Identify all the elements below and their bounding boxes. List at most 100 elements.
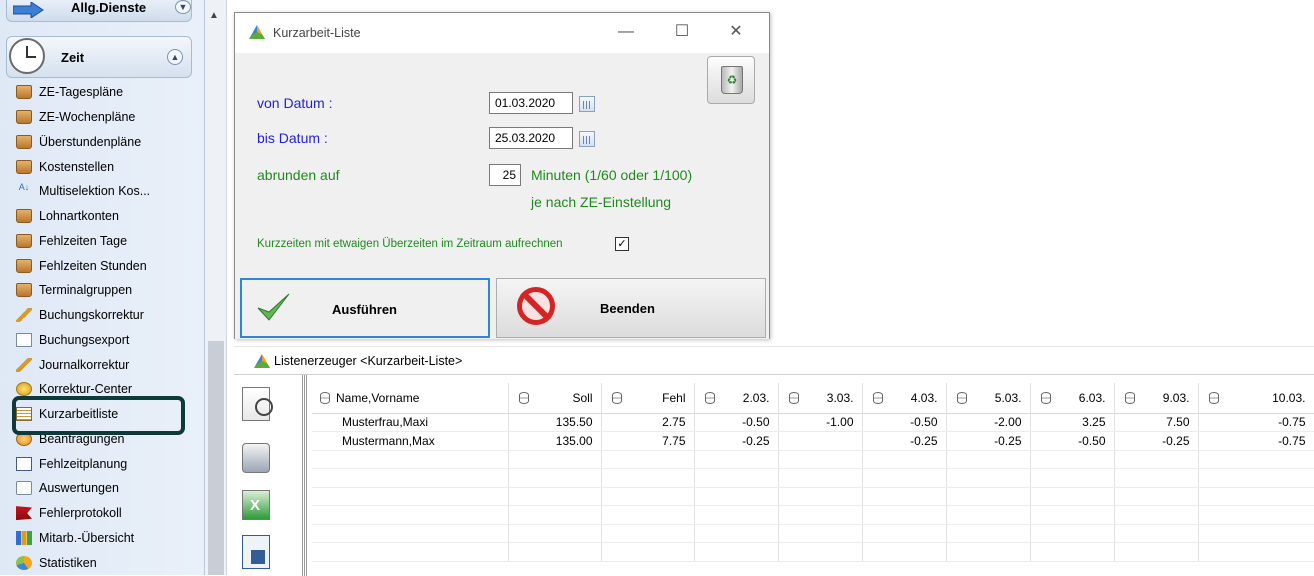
column-header[interactable]: 3.03. <box>778 383 863 414</box>
column-header[interactable]: 6.03. <box>1030 383 1115 414</box>
table-row[interactable] <box>312 450 1314 469</box>
app-logo-icon <box>254 354 270 368</box>
von-datum-label: von Datum : <box>257 95 333 111</box>
table-cell <box>312 505 509 525</box>
group-header-zeit[interactable]: Zeit ▲ <box>6 36 192 78</box>
sidebar-item-label: Überstundenpläne <box>39 134 142 149</box>
table-cell <box>694 542 779 562</box>
sidebar-item-label: Mitarb.-Übersicht <box>39 530 135 545</box>
table-row[interactable]: Mustermann,Max 135.00 7.75 -0.25 -0.25 -0.25-… <box>312 431 1314 451</box>
von-datum-field[interactable]: 01.03.2020 <box>489 92 573 114</box>
table-cell <box>778 468 863 488</box>
database-icon <box>1040 392 1051 404</box>
list-toolbar <box>234 375 304 576</box>
column-header-label: Fehl <box>662 390 686 405</box>
table-cell <box>946 524 1031 543</box>
box-icon <box>16 258 32 273</box>
sidebar-item[interactable]: ZE-Tagespläne <box>14 80 200 105</box>
table-cell: 7.50 <box>1114 413 1199 432</box>
sidebar-item[interactable]: Fehlzeiten Stunden <box>14 253 200 278</box>
table-cell: -0.25 <box>694 431 779 451</box>
calendar-icon[interactable] <box>579 96 595 112</box>
table-cell <box>862 524 947 543</box>
sidebar-item[interactable]: Überstundenpläne <box>14 130 200 155</box>
table-row[interactable] <box>312 505 1314 525</box>
table-cell <box>1114 542 1199 562</box>
column-header[interactable]: Name,Vorname <box>312 383 509 414</box>
sidebar-item[interactable]: Auswertungen <box>14 476 200 501</box>
table-cell <box>946 468 1031 488</box>
table-cell <box>312 468 509 488</box>
sidebar-item[interactable]: Fehlzeiten Tage <box>14 229 200 254</box>
sidebar-item[interactable]: Fehlzeitplanung <box>14 451 200 476</box>
grid-header-row: Name,Vorname Soll Fehl 2.03. 3.03. 4.03. 5.03.… <box>312 383 1314 414</box>
pie-icon <box>16 555 32 570</box>
calendar-icon[interactable] <box>579 131 595 147</box>
scroll-thumb[interactable] <box>208 341 224 575</box>
column-header-label: 6.03. <box>1078 390 1106 405</box>
box-icon <box>16 209 32 224</box>
aufrechnen-checkbox[interactable]: ✓ <box>615 237 629 251</box>
table-cell: -0.25 <box>862 431 947 451</box>
table-row[interactable]: Musterfrau,Maxi 135.50 2.75 -0.50 -1.00 -0.50… <box>312 413 1314 432</box>
column-header[interactable]: Fehl <box>601 383 695 414</box>
table-row[interactable] <box>312 542 1314 562</box>
table-cell <box>778 524 863 543</box>
abrunden-field[interactable]: 25 <box>489 164 521 186</box>
bars-icon <box>16 530 32 545</box>
column-header[interactable]: Soll <box>508 383 602 414</box>
table-cell: -0.25 <box>946 431 1031 451</box>
sidebar-item-label: Buchungskorrektur <box>39 308 144 323</box>
column-header[interactable]: 2.03. <box>694 383 779 414</box>
sidebar-item[interactable]: Buchungsexport <box>14 328 200 353</box>
html-export-icon[interactable] <box>242 535 270 569</box>
data-grid: Name,Vorname Soll Fehl 2.03. 3.03. 4.03. 5.03.… <box>312 383 1314 562</box>
table-cell <box>508 542 602 562</box>
close-button[interactable]: ✕ <box>721 21 751 43</box>
sidebar-item[interactable]: ZE-Wochenpläne <box>14 105 200 130</box>
table-row[interactable] <box>312 468 1314 488</box>
table-row[interactable] <box>312 524 1314 543</box>
sidebar-item[interactable]: Fehlerprotokoll <box>14 501 200 526</box>
table-cell: -0.50 <box>862 413 947 432</box>
group-header-allg-dienste[interactable]: Allg.Dienste ▼ <box>6 0 192 22</box>
maximize-button[interactable]: ☐ <box>667 21 697 43</box>
scroll-up-icon[interactable]: ▲ <box>209 10 219 21</box>
table-cell <box>601 468 695 488</box>
sidebar-item-label: Fehlerprotokoll <box>39 506 122 521</box>
grid-splitter[interactable] <box>302 375 308 576</box>
minimize-button[interactable]: — <box>611 21 641 43</box>
excel-export-icon[interactable] <box>242 490 270 520</box>
sidebar-item[interactable]: Journalkorrektur <box>14 352 200 377</box>
table-cell <box>946 487 1031 506</box>
database-icon <box>1208 392 1219 404</box>
navigation-sidebar: Allg.Dienste ▼ Zeit ▲ ZE-Tagespläne ZE-Wo… <box>0 0 205 575</box>
column-header[interactable]: 4.03. <box>862 383 947 414</box>
sidebar-item[interactable]: Buchungskorrektur <box>14 303 200 328</box>
table-cell <box>601 505 695 525</box>
column-header[interactable]: 9.03. <box>1114 383 1199 414</box>
table-cell: 3.25 <box>1030 413 1115 432</box>
sidebar-item-label: Auswertungen <box>39 481 119 496</box>
sidebar-item[interactable]: Kostenstellen <box>14 154 200 179</box>
ausfuehren-button[interactable]: Ausführen <box>240 278 490 338</box>
table-cell <box>946 505 1031 525</box>
column-header[interactable]: 10.03. <box>1198 383 1314 414</box>
bis-datum-field[interactable]: 25.03.2020 <box>489 127 573 149</box>
preview-icon[interactable] <box>242 387 273 421</box>
printer-icon[interactable] <box>242 443 270 473</box>
table-row[interactable] <box>312 487 1314 506</box>
sidebar-item[interactable]: Terminalgruppen <box>14 278 200 303</box>
sidebar-item[interactable]: Mitarb.-Übersicht <box>14 526 200 551</box>
chevron-up-icon[interactable]: ▲ <box>167 49 183 65</box>
table-cell: -0.50 <box>694 413 779 432</box>
sidebar-item[interactable]: Statistiken <box>14 550 200 575</box>
sidebar-item[interactable]: Lohnartkonten <box>14 204 200 229</box>
chevron-down-icon[interactable]: ▼ <box>175 0 191 14</box>
sidebar-item[interactable]: A↓ Multiselektion Kos... <box>14 179 200 204</box>
beenden-button[interactable]: Beenden <box>496 278 766 338</box>
column-header[interactable]: 5.03. <box>946 383 1031 414</box>
recycle-bin-button[interactable]: ♻ <box>707 56 755 104</box>
table-cell <box>601 524 695 543</box>
sidebar-scrollbar[interactable]: ▲ <box>205 0 227 575</box>
